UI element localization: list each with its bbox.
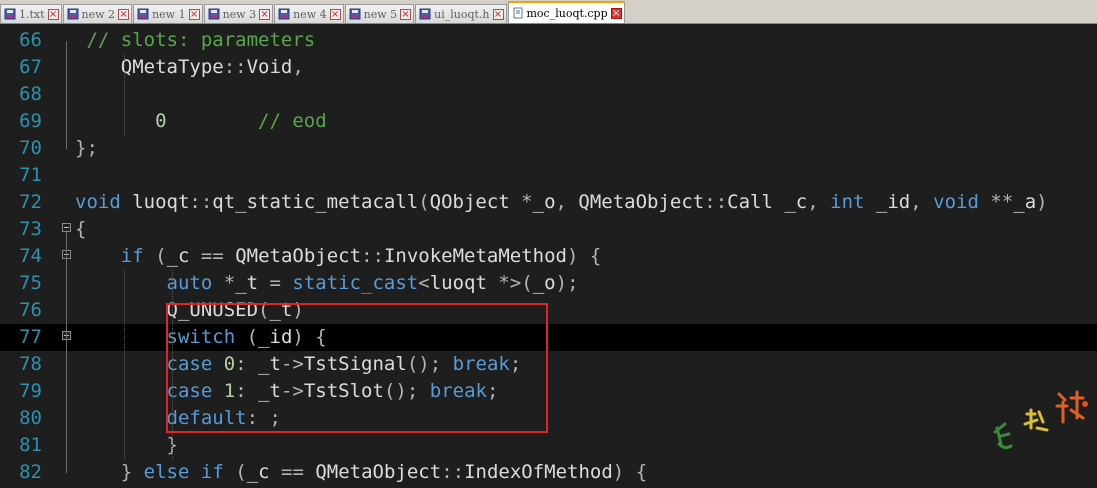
code-line[interactable]: 68 (0, 81, 1097, 108)
code-line[interactable]: 77 switch (_id) { (0, 324, 1097, 351)
code-line[interactable]: 82 } else if (_c == QMetaObject::IndexOf… (0, 459, 1097, 486)
indent-guide (124, 54, 125, 135)
code-text: void luoqt::qt_static_metacall(QObject *… (75, 191, 1048, 213)
tab-label: moc_luoqt.cpp (526, 6, 608, 20)
line-number: 76 (19, 299, 42, 321)
line-number: 69 (19, 110, 42, 132)
code-line[interactable]: 78 case 0: _t->TstSignal(); break; (0, 351, 1097, 378)
file-icon (512, 7, 524, 19)
close-icon[interactable]: × (329, 8, 341, 20)
line-number: 72 (19, 191, 42, 213)
tab-new-1[interactable]: new 1 × (133, 4, 203, 23)
close-icon[interactable]: × (47, 8, 59, 20)
close-icon[interactable]: × (188, 8, 200, 20)
line-number: 80 (19, 407, 42, 429)
code-line[interactable]: 72 void luoqt::qt_static_metacall(QObject… (0, 189, 1097, 216)
code-line[interactable]: 79 case 1: _t->TstSlot(); break; (0, 378, 1097, 405)
tab-new-3[interactable]: new 3 × (203, 4, 274, 23)
code-text: } else if (_c == QMetaObject::IndexOfMet… (120, 461, 648, 483)
line-number: 82 (19, 461, 42, 483)
fold-tree-line (66, 41, 67, 149)
tab-new-2[interactable]: new 2 × (62, 4, 133, 23)
close-icon[interactable]: × (400, 8, 412, 20)
tab-label: new 5 (363, 7, 398, 21)
code-line[interactable]: 67 QMetaType::Void, (0, 54, 1097, 81)
code-line[interactable]: 75 auto *_t = static_cast<luoqt *>(_o); (0, 270, 1097, 297)
close-icon[interactable]: × (118, 8, 130, 20)
save-disk-icon (419, 8, 431, 20)
tab-label: new 2 (81, 7, 116, 21)
tab-new-5[interactable]: new 5 × (344, 4, 415, 23)
save-disk-icon (278, 8, 290, 20)
code-text: // slots: parameters (86, 29, 316, 51)
code-line[interactable]: 80 default: ; (0, 405, 1097, 432)
line-number: 73 (19, 218, 42, 240)
line-number: 77 (19, 326, 42, 348)
code-line[interactable]: 76 Q_UNUSED(_t) (0, 297, 1097, 324)
line-number: 71 (19, 164, 42, 186)
line-number: 67 (19, 56, 42, 78)
code-text: { (75, 218, 87, 240)
code-line[interactable]: 81 } (0, 432, 1097, 459)
save-disk-icon (208, 8, 220, 20)
tab-new-4[interactable]: new 4 × (274, 4, 344, 23)
code-line[interactable]: 69 0 // eod (0, 108, 1097, 135)
save-disk-icon (4, 8, 16, 20)
close-icon[interactable]: × (259, 8, 271, 20)
code-text: auto *_t = static_cast<luoqt *>(_o); (166, 272, 579, 294)
line-number: 81 (19, 434, 42, 456)
line-number: 79 (19, 380, 42, 402)
save-disk-icon (67, 8, 79, 20)
code-text: 0 // eod (155, 110, 327, 132)
tab-label: new 1 (152, 7, 186, 21)
save-disk-icon (349, 8, 361, 20)
code-line[interactable]: 71 (0, 162, 1097, 189)
save-disk-icon (137, 8, 149, 20)
fold-tree-line (66, 230, 67, 473)
line-number: 78 (19, 353, 42, 375)
close-icon[interactable]: × (492, 8, 504, 20)
code-text: if (_c == QMetaObject::InvokeMetaMethod)… (120, 245, 602, 267)
line-number: 70 (19, 137, 42, 159)
line-number: 75 (19, 272, 42, 294)
indent-guide (124, 270, 125, 459)
code-line[interactable]: 70}; (0, 135, 1097, 162)
tab-label: new 4 (293, 7, 327, 21)
tab-ui-luoqt-h[interactable]: ui_luoqt.h × (415, 4, 507, 23)
code-text: QMetaType::Void, (75, 56, 304, 78)
code-line[interactable]: 73 { (0, 216, 1097, 243)
code-text: }; (75, 137, 98, 159)
code-line[interactable]: 66 // slots: parameters (0, 27, 1097, 54)
line-number: 74 (19, 245, 42, 267)
line-number: 66 (19, 29, 42, 51)
close-icon[interactable]: × (610, 7, 622, 19)
tab-moc-luoqt-cpp[interactable]: moc_luoqt.cpp × (507, 1, 625, 23)
code-editor[interactable]: 66 // slots: parameters 67 QMetaType::Voi… (0, 24, 1097, 488)
watermark-seal (993, 390, 1088, 450)
tab-label: ui_luoqt.h (434, 7, 490, 21)
code-text: } (166, 434, 178, 456)
tab-label: new 3 (222, 7, 257, 21)
line-number: 68 (19, 83, 42, 105)
tab-bar: 1.txt × new 2 × new 1 × new 3 × new 4 × new 5 × ui_l… (0, 0, 1097, 24)
code-line[interactable]: 74 if (_c == QMetaObject::InvokeMetaMeth… (0, 243, 1097, 270)
tab-label: 1.txt (19, 7, 45, 21)
highlight-box (166, 303, 548, 433)
tab-1-txt[interactable]: 1.txt × (0, 4, 62, 23)
